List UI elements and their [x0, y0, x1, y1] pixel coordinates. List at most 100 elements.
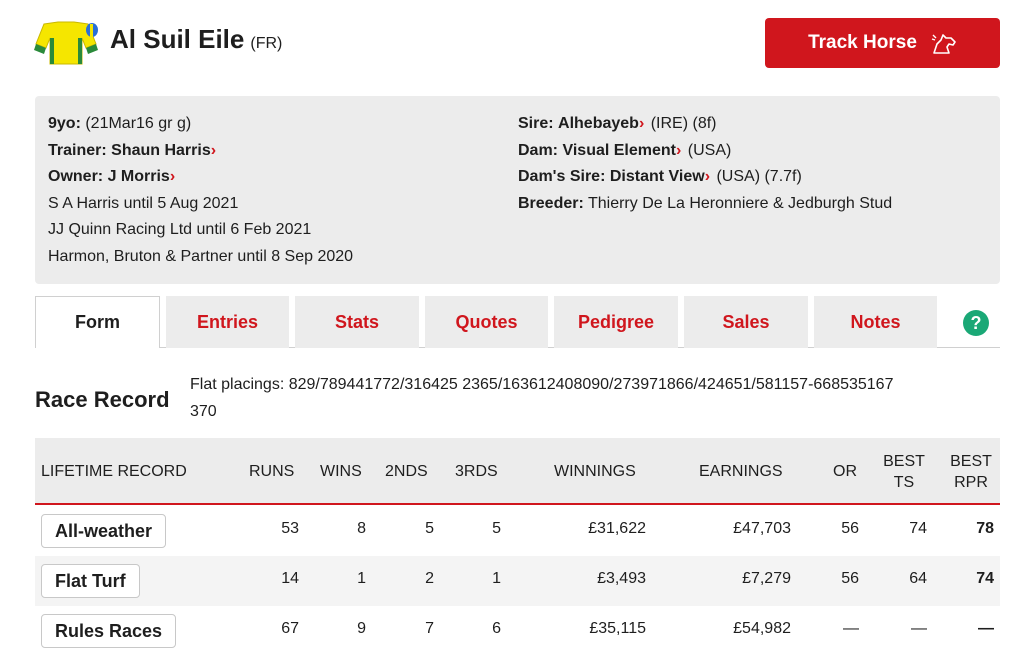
tab-stats[interactable]: Stats — [295, 296, 419, 348]
table-row: All-weather 53 8 5 5 £31,622 £47,703 56 … — [35, 506, 1000, 556]
dams-sire-suffix: (USA) (7.7f) — [712, 168, 802, 185]
cell-earnings: £54,982 — [733, 620, 791, 637]
flat-placings: Flat placings: 829/789441772/316425 2365… — [190, 376, 893, 394]
table-row: Flat Turf 14 1 2 1 £3,493 £7,279 56 64 7… — [35, 556, 1000, 606]
trainer-link[interactable]: Shaun Harris — [111, 142, 211, 159]
trainer-label: Trainer: — [48, 141, 107, 159]
cell-or: 56 — [841, 570, 859, 587]
sire-line: Sire: Alhebayeb› (IRE) (8f) — [518, 111, 892, 138]
cell-best-ts: 74 — [909, 520, 927, 537]
sire-label: Sire: — [518, 115, 554, 132]
col-wins: WINS — [320, 463, 362, 480]
help-icon[interactable]: ? — [963, 310, 989, 336]
breeder-line: Breeder: Thierry De La Heronniere & Jedb… — [518, 191, 892, 218]
tab-sales[interactable]: Sales — [684, 296, 808, 348]
cell-runs: 53 — [281, 520, 299, 537]
chevron-right-icon: › — [210, 141, 217, 159]
track-horse-button[interactable]: Track Horse — [765, 18, 1000, 68]
cell-best-rpr: 74 — [976, 570, 994, 587]
chevron-right-icon: › — [676, 141, 682, 159]
placings-sequence: 829/789441772/316425 2365/163612408090/2… — [288, 376, 894, 393]
dam-label: Dam: — [518, 141, 559, 159]
sire-link[interactable]: Alhebayeb — [558, 115, 639, 132]
cell-earnings: £7,279 — [742, 570, 791, 587]
cell-best-ts: 64 — [909, 570, 927, 587]
record-type-button[interactable]: Flat Turf — [41, 564, 140, 598]
dam-line: Dam: Visual Element› (USA) — [518, 138, 892, 165]
cell-best-rpr: — — [978, 620, 994, 637]
col-or: OR — [833, 463, 857, 480]
cell-2nds: 5 — [425, 520, 434, 537]
owner-label: Owner: — [48, 168, 104, 185]
col-best-ts: BEST TS — [883, 453, 925, 491]
horse-name: Al Suil Eile (FR) — [110, 24, 282, 55]
chevron-right-icon: › — [638, 115, 645, 132]
col-3rds: 3RDS — [455, 463, 498, 480]
breeder-value: Thierry De La Heronniere & Jedburgh Stud — [583, 194, 893, 212]
cell-best-ts: — — [911, 620, 927, 637]
tab-notes[interactable]: Notes — [814, 296, 937, 348]
cell-wins: 1 — [357, 570, 366, 587]
table-row: Rules Races 67 9 7 6 £35,115 £54,982 — —… — [35, 606, 1000, 656]
previous-owner: Harmon, Bruton & Partner until 8 Sep 202… — [48, 247, 354, 265]
cell-or: 56 — [841, 520, 859, 537]
owner-line: Owner: J Morris› — [48, 164, 353, 191]
cell-winnings: £31,622 — [588, 520, 646, 537]
col-best-rpr: BEST RPR — [950, 453, 992, 491]
breeder-label: Breeder: — [518, 194, 584, 212]
horse-head-icon — [931, 34, 956, 54]
sire-suffix: (IRE) (8f) — [646, 115, 717, 132]
cell-runs: 67 — [281, 620, 299, 637]
col-lifetime-record: LIFETIME RECORD — [41, 463, 187, 480]
cell-winnings: £35,115 — [589, 620, 646, 637]
cell-3rds: 5 — [492, 520, 501, 537]
cell-wins: 8 — [357, 520, 366, 537]
cell-runs: 14 — [281, 570, 299, 587]
age-label: 9yo: — [48, 115, 81, 132]
track-horse-label: Track Horse — [808, 32, 917, 53]
age-line: 9yo: (21Mar16 gr g) — [48, 111, 353, 138]
horse-info-panel: 9yo: (21Mar16 gr g) Trainer: Shaun Harri… — [35, 96, 1000, 284]
col-winnings: WINNINGS — [554, 463, 636, 480]
placings-sequence-continued: 370 — [190, 403, 217, 420]
dam-link[interactable]: Visual Element — [562, 142, 676, 159]
cell-3rds: 6 — [492, 620, 501, 637]
horse-country: (FR) — [250, 35, 283, 52]
cell-wins: 9 — [357, 620, 366, 637]
dams-sire-label: Dam's Sire: — [518, 168, 606, 185]
cell-best-rpr: 78 — [976, 520, 994, 537]
placings-label: Flat placings: — [190, 376, 289, 393]
cell-2nds: 2 — [425, 570, 434, 587]
record-type-button[interactable]: Rules Races — [41, 614, 177, 648]
age-value: (21Mar16 gr g) — [80, 115, 192, 132]
profile-tabs: Form Entries Stats Quotes Pedigree Sales… — [35, 296, 1000, 348]
chevron-right-icon: › — [704, 168, 711, 185]
lifetime-record-header: LIFETIME RECORD RUNS WINS 2NDS 3RDS WINN… — [35, 438, 1000, 505]
trainer-line: Trainer: Shaun Harris› — [48, 138, 353, 165]
col-earnings: EARNINGS — [699, 463, 783, 480]
cell-earnings: £47,703 — [733, 520, 791, 537]
cell-winnings: £3,493 — [597, 570, 646, 587]
cell-or: — — [843, 620, 859, 637]
tab-form[interactable]: Form — [35, 296, 160, 348]
record-type-button[interactable]: All-weather — [41, 514, 167, 548]
dam-suffix: (USA) — [683, 141, 732, 159]
silks-icon — [34, 20, 100, 66]
tab-pedigree[interactable]: Pedigree — [554, 296, 678, 348]
col-runs: RUNS — [249, 463, 295, 480]
chevron-right-icon: › — [169, 168, 176, 185]
race-record-title: Race Record — [35, 387, 170, 412]
previous-owner: S A Harris until 5 Aug 2021 — [48, 194, 239, 212]
tab-entries[interactable]: Entries — [166, 296, 289, 348]
dams-sire-line: Dam's Sire: Distant View› (USA) (7.7f) — [518, 164, 892, 191]
owner-link[interactable]: J Morris — [108, 168, 170, 185]
horse-name-text: Al Suil Eile — [110, 24, 245, 54]
cell-3rds: 1 — [492, 570, 501, 587]
horse-details-left: 9yo: (21Mar16 gr g) Trainer: Shaun Harri… — [48, 111, 353, 270]
col-2nds: 2NDS — [385, 463, 428, 480]
previous-owner: JJ Quinn Racing Ltd until 6 Feb 2021 — [48, 221, 312, 238]
cell-2nds: 7 — [425, 620, 434, 637]
horse-details-right: Sire: Alhebayeb› (IRE) (8f) Dam: Visual … — [518, 111, 892, 217]
dams-sire-link[interactable]: Distant View — [610, 168, 705, 185]
tab-quotes[interactable]: Quotes — [425, 296, 548, 348]
